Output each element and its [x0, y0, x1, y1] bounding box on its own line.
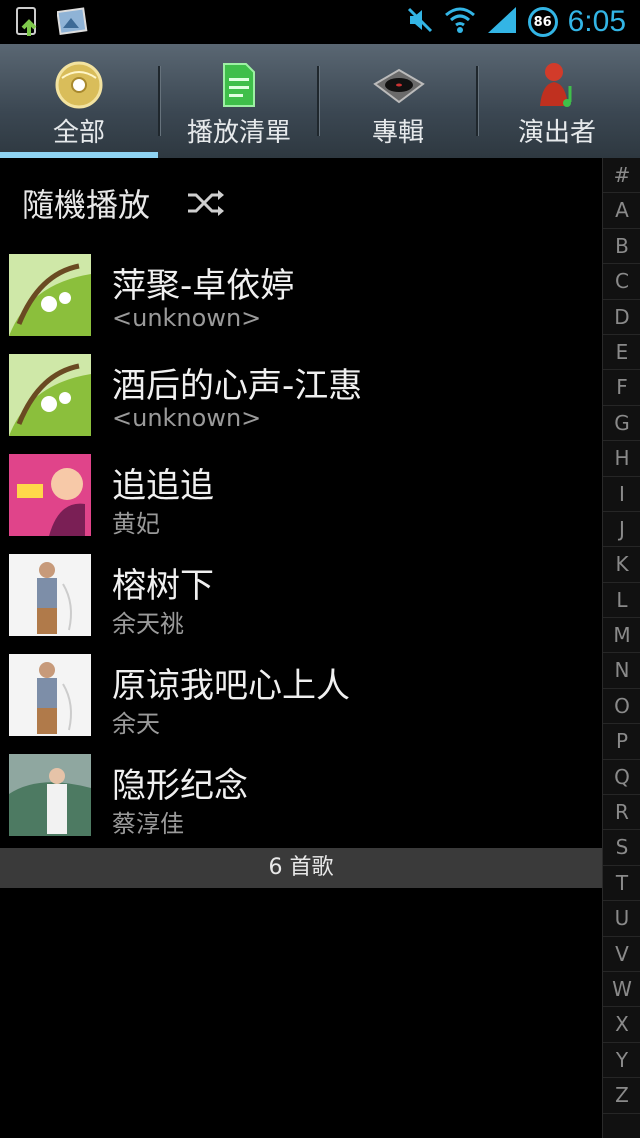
song-count-footer: 6 首歌: [0, 848, 602, 888]
download-update-icon: [12, 6, 46, 38]
index-letter[interactable]: Z: [603, 1078, 640, 1114]
tab-all[interactable]: 全部: [0, 44, 158, 158]
index-letter[interactable]: X: [603, 1007, 640, 1043]
tab-all-label: 全部: [52, 118, 105, 148]
song-title: 追追追: [112, 466, 214, 506]
index-letter[interactable]: C: [603, 264, 640, 300]
album-art: [9, 254, 91, 336]
album-art: [9, 354, 91, 436]
album-art: [9, 554, 91, 636]
index-letter[interactable]: U: [603, 901, 640, 937]
artist-icon: [530, 58, 584, 112]
song-row[interactable]: 追追追 黄妃: [0, 446, 600, 546]
song-title: 隐形纪念: [112, 766, 248, 806]
song-row[interactable]: 隐形纪念 蔡淳佳: [0, 746, 600, 846]
song-artist: <unknown>: [112, 404, 262, 432]
song-artist: 余天祧: [112, 610, 184, 638]
tab-playlist-label: 播放清單: [186, 118, 291, 148]
album-art: [9, 754, 91, 836]
signal-icon: [486, 5, 518, 39]
index-letter[interactable]: Y: [603, 1043, 640, 1079]
index-letter[interactable]: M: [603, 618, 640, 654]
index-letter[interactable]: E: [603, 335, 640, 371]
song-artist: <unknown>: [112, 304, 262, 332]
index-letter[interactable]: G: [603, 406, 640, 442]
tab-playlist[interactable]: 播放清單: [160, 44, 318, 158]
index-letter[interactable]: Q: [603, 760, 640, 796]
tab-albums-label: 專輯: [371, 118, 424, 148]
index-letter[interactable]: S: [603, 830, 640, 866]
song-title: 萍聚-卓依婷: [112, 266, 295, 306]
index-letter[interactable]: I: [603, 477, 640, 512]
gallery-notification-icon: [56, 6, 90, 38]
index-letter[interactable]: J: [603, 512, 640, 548]
status-bar: 86 6:05: [0, 0, 640, 44]
album-art: [9, 654, 91, 736]
song-title: 榕树下: [112, 566, 214, 606]
index-letter[interactable]: W: [603, 972, 640, 1008]
index-letter[interactable]: A: [603, 193, 640, 229]
song-artist: 黄妃: [112, 510, 160, 538]
shuffle-label: 隨機播放: [22, 186, 151, 224]
index-letter[interactable]: K: [603, 547, 640, 583]
battery-indicator: 86: [527, 7, 558, 37]
tab-artists[interactable]: 演出者: [478, 44, 636, 158]
index-letter[interactable]: T: [603, 866, 640, 902]
tab-bar: 全部 播放清單 專輯 演出者: [0, 44, 640, 158]
album-turntable-icon: [371, 58, 425, 112]
shuffle-play-row[interactable]: 隨機播放: [0, 158, 600, 242]
song-row[interactable]: 原谅我吧心上人 余天: [0, 646, 600, 746]
mute-icon: [406, 6, 434, 38]
tab-artists-label: 演出者: [517, 118, 596, 148]
song-row[interactable]: 酒后的心声-江惠 <unknown>: [0, 346, 600, 446]
song-row[interactable]: 萍聚-卓依婷 <unknown>: [0, 246, 600, 346]
index-letter[interactable]: O: [603, 689, 640, 725]
index-letter[interactable]: H: [603, 441, 640, 477]
song-title: 原谅我吧心上人: [112, 666, 350, 706]
index-letter[interactable]: B: [603, 229, 640, 265]
song-title: 酒后的心声-江惠: [112, 366, 363, 406]
alphabet-index[interactable]: # A B C D E F G H I J K L M N O P Q R S T U V W X Y Z: [602, 158, 640, 1138]
index-letter[interactable]: L: [603, 583, 640, 619]
index-letter[interactable]: V: [603, 937, 640, 972]
tab-albums[interactable]: 專輯: [319, 44, 477, 158]
index-letter[interactable]: N: [603, 653, 640, 689]
song-artist: 蔡淳佳: [112, 810, 184, 838]
shuffle-icon: [186, 188, 226, 222]
song-artist: 余天: [112, 710, 160, 738]
wifi-icon: [444, 5, 476, 39]
playlist-icon: [212, 58, 266, 112]
clock: 6:05: [567, 5, 626, 38]
all-songs-icon: [52, 58, 106, 112]
index-letter[interactable]: F: [603, 370, 640, 406]
index-letter[interactable]: #: [603, 158, 640, 194]
index-letter[interactable]: D: [603, 300, 640, 335]
index-letter[interactable]: R: [603, 795, 640, 831]
album-art: [9, 454, 91, 536]
song-row[interactable]: 榕树下 余天祧: [0, 546, 600, 646]
index-letter[interactable]: P: [603, 724, 640, 760]
